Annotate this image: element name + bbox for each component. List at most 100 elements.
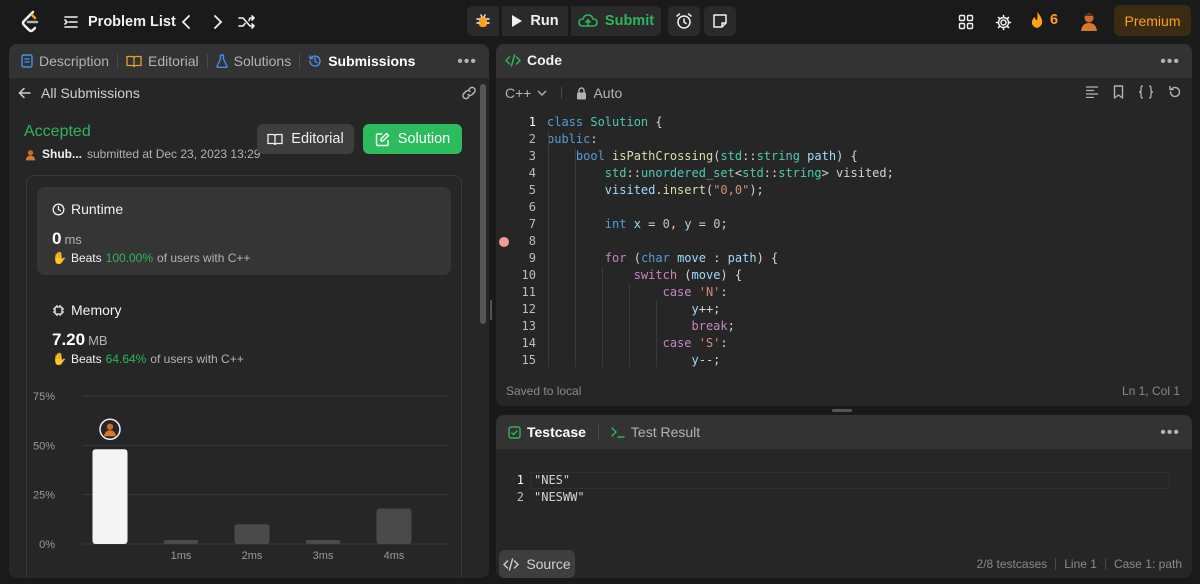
memory-card[interactable]: Memory 7.20 MB ✋ Beats 64.64% of users wi… bbox=[37, 288, 451, 368]
code-line: 4 std::unordered_set<std::string> visite… bbox=[496, 165, 1176, 182]
note-icon bbox=[713, 14, 727, 28]
chevron-down-icon[interactable] bbox=[537, 90, 547, 97]
source-button[interactable]: Source bbox=[499, 550, 575, 578]
testcase-value: "NESWW" bbox=[534, 490, 585, 504]
next-problem-button[interactable] bbox=[207, 11, 229, 33]
code-editor[interactable]: 1 class Solution { 2 public: 3 bool isPath… bbox=[496, 114, 1176, 367]
share-link-icon[interactable] bbox=[461, 85, 477, 101]
leetcode-logo-icon[interactable] bbox=[20, 10, 42, 34]
left-scrollbar[interactable] bbox=[480, 84, 486, 324]
chart-bar[interactable] bbox=[92, 449, 128, 544]
tab-editorial-label: Editorial bbox=[148, 53, 199, 69]
memory-beats: ✋ Beats 64.64% of users with C++ bbox=[52, 352, 244, 366]
run-button[interactable]: Run bbox=[502, 6, 568, 36]
autocomplete-mode[interactable]: Auto bbox=[593, 85, 622, 101]
tab-description[interactable]: Description bbox=[21, 53, 109, 69]
runtime-title-label: Runtime bbox=[71, 201, 124, 217]
tab-editorial[interactable]: Editorial bbox=[126, 53, 199, 69]
line-number: 9 bbox=[528, 251, 536, 265]
chart-x-tick-label: 4ms bbox=[384, 550, 405, 562]
memory-title: Memory bbox=[52, 302, 122, 318]
cursor-position: Ln 1, Col 1 bbox=[1121, 384, 1180, 398]
bookmark-icon[interactable] bbox=[1113, 85, 1124, 99]
chevron-right-icon bbox=[214, 15, 223, 29]
status-divider bbox=[1104, 558, 1106, 570]
solution-button[interactable]: Solution bbox=[363, 124, 462, 154]
language-select[interactable]: C++ bbox=[505, 85, 531, 101]
reset-icon[interactable] bbox=[1168, 85, 1182, 99]
braces-icon[interactable] bbox=[1138, 85, 1154, 99]
memory-beats-pct: 64.64% bbox=[105, 352, 147, 366]
line-number: 10 bbox=[521, 268, 536, 282]
chart-bar[interactable] bbox=[234, 524, 270, 544]
code-panel-more-icon[interactable]: ••• bbox=[1160, 53, 1180, 71]
source-button-label: Source bbox=[526, 556, 571, 572]
line-number: 14 bbox=[521, 336, 536, 350]
arrow-left-icon bbox=[18, 87, 31, 99]
chart-bar[interactable] bbox=[376, 508, 412, 544]
book-icon bbox=[126, 55, 142, 67]
submit-button[interactable]: Submit bbox=[571, 6, 661, 36]
testcase-panel-more-icon[interactable]: ••• bbox=[1160, 424, 1180, 442]
submitter-name[interactable]: Shub... bbox=[42, 147, 82, 161]
tab-divider bbox=[206, 54, 208, 68]
save-status: Saved to local bbox=[506, 384, 582, 398]
notes-button[interactable] bbox=[704, 6, 736, 36]
line-number: 7 bbox=[528, 217, 536, 231]
chart-y-tick-label: 25% bbox=[33, 490, 55, 502]
performance-stats: Runtime 0 ms ✋ Beats 100.00% of users wit… bbox=[26, 175, 462, 578]
fire-icon bbox=[1031, 12, 1043, 28]
tab-test-result[interactable]: Test Result bbox=[631, 424, 700, 440]
editor-scrollbar[interactable] bbox=[1182, 116, 1188, 366]
chart-bar[interactable] bbox=[305, 540, 341, 544]
runtime-distribution-chart[interactable]: 0% 25% 50% 75% 1ms 2ms 3ms 4ms bbox=[27, 382, 463, 578]
line-number: 4 bbox=[528, 166, 536, 180]
streak-count: 6 bbox=[1050, 12, 1059, 28]
indent-guide bbox=[602, 267, 603, 367]
testcase-line-info: Line 1 bbox=[1064, 557, 1097, 571]
tab-submissions[interactable]: Submissions bbox=[308, 53, 415, 69]
settings-button[interactable] bbox=[992, 11, 1014, 33]
left-panel-more-icon[interactable]: ••• bbox=[457, 53, 477, 71]
layout-button[interactable] bbox=[955, 11, 977, 33]
breakpoint-marker[interactable] bbox=[499, 237, 509, 247]
chart-bar[interactable] bbox=[163, 540, 199, 544]
chip-icon bbox=[53, 304, 64, 316]
code-icon bbox=[503, 557, 520, 571]
code-line: 12 y++; bbox=[496, 301, 1176, 318]
edit-icon bbox=[375, 132, 389, 146]
line-number: 1 bbox=[516, 473, 524, 487]
line-number: 13 bbox=[521, 319, 536, 333]
submission-meta: Shub... submitted at Dec 23, 2023 13:29 bbox=[24, 147, 260, 161]
runtime-card[interactable]: Runtime 0 ms ✋ Beats 100.00% of users wit… bbox=[37, 187, 451, 275]
tab-divider bbox=[597, 425, 599, 439]
timer-button[interactable] bbox=[668, 6, 700, 36]
memory-title-label: Memory bbox=[71, 302, 122, 318]
premium-button[interactable]: Premium bbox=[1114, 5, 1191, 36]
vertical-splitter[interactable] bbox=[489, 300, 493, 320]
problem-list-button[interactable]: Problem List bbox=[64, 12, 176, 32]
line-number: 15 bbox=[521, 353, 536, 367]
all-submissions-link[interactable]: All Submissions bbox=[18, 85, 140, 101]
user-avatar-icon[interactable] bbox=[1078, 10, 1100, 32]
submission-status: Accepted bbox=[24, 123, 91, 140]
tab-testcase[interactable]: Testcase bbox=[527, 424, 586, 440]
horizontal-splitter[interactable] bbox=[832, 409, 852, 412]
submit-label: Submit bbox=[604, 13, 655, 29]
gear-icon bbox=[995, 14, 1011, 30]
chart-y-tick-label: 0% bbox=[39, 539, 55, 551]
top-bar: Problem List Run Submit 6 Premium bbox=[0, 0, 1200, 43]
previous-problem-button[interactable] bbox=[175, 11, 197, 33]
tab-solutions[interactable]: Solutions bbox=[215, 53, 291, 69]
code-line: 1 class Solution { bbox=[496, 114, 1176, 131]
editor-toolbar: C++ Auto bbox=[505, 85, 622, 101]
toolbar-divider bbox=[561, 87, 563, 99]
random-problem-button[interactable] bbox=[236, 11, 258, 33]
code-title: Code bbox=[505, 52, 562, 68]
format-align-icon[interactable] bbox=[1085, 86, 1099, 98]
lock-icon bbox=[577, 86, 587, 99]
debug-button[interactable] bbox=[467, 6, 499, 36]
editorial-button[interactable]: Editorial bbox=[257, 124, 354, 154]
code-line: 6 bbox=[496, 199, 1176, 216]
streak-counter[interactable]: 6 bbox=[1030, 11, 1058, 29]
